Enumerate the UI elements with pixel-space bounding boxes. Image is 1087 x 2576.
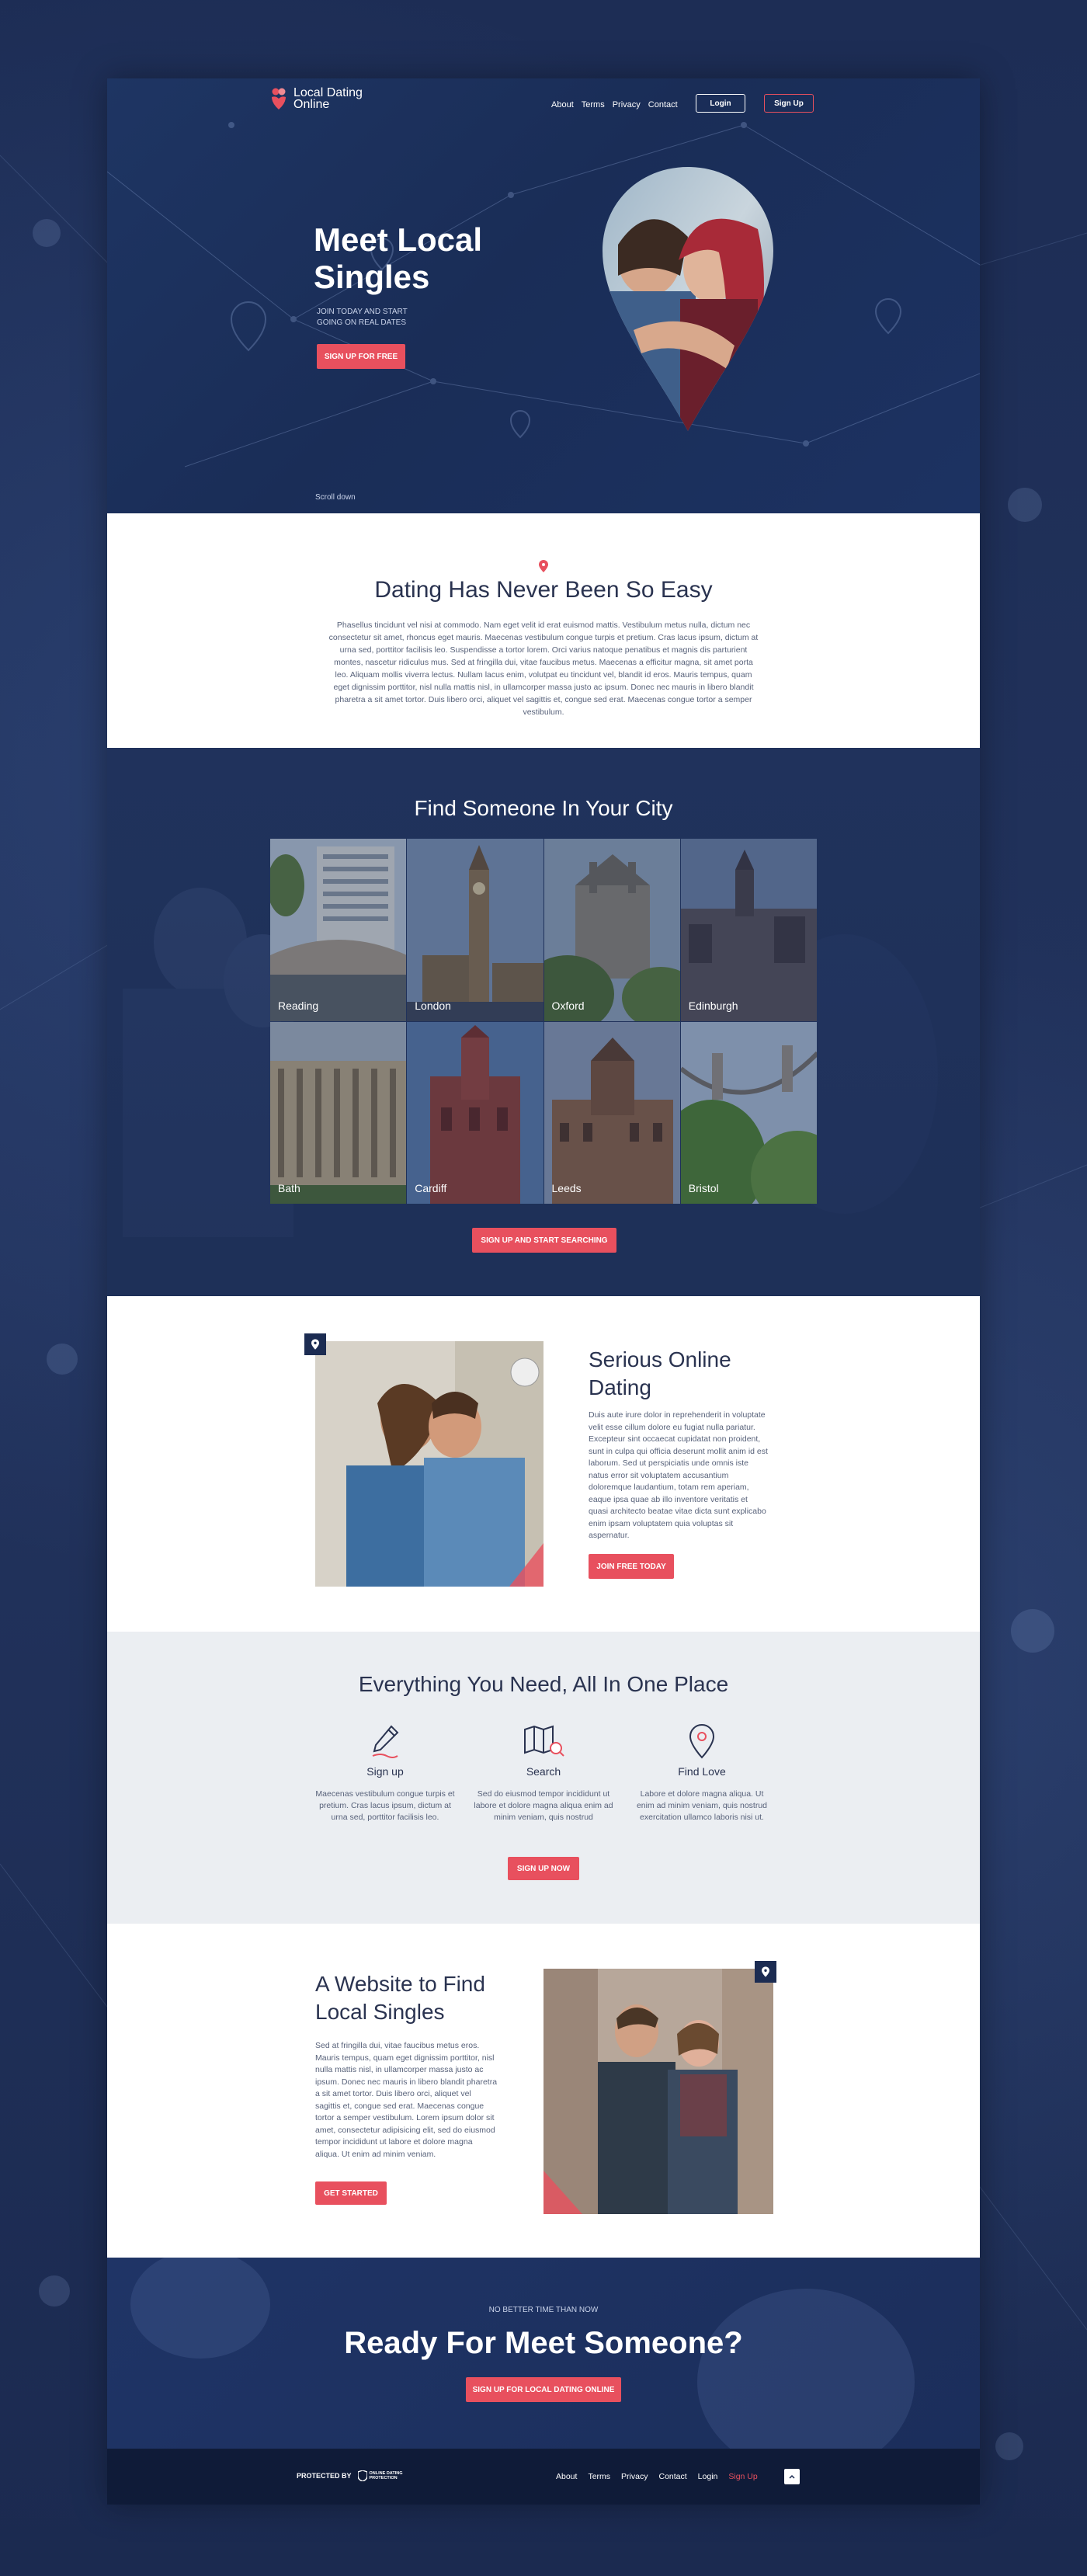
city-tile-leeds[interactable]: Leeds xyxy=(544,1021,680,1204)
hero-subtitle: JOIN TODAY AND START GOING ON REAL DATES xyxy=(317,308,408,327)
city-grid: Reading London Oxford Edinburgh Bath Car… xyxy=(270,839,817,1204)
website-body: Sed at fringilla dui, vitae faucibus met… xyxy=(315,2041,498,2159)
footer-link-terms[interactable]: Terms xyxy=(588,2472,610,2481)
scroll-down-link[interactable]: Scroll down xyxy=(315,493,356,502)
serious-body: Duis aute irure dolor in reprehenderit i… xyxy=(589,1410,768,1540)
city-label: Edinburgh xyxy=(688,999,738,1012)
location-pin-icon xyxy=(539,560,548,572)
website-section: A Website to Find Local Singles Sed at f… xyxy=(107,1924,980,2258)
photo-pin-badge xyxy=(304,1333,326,1355)
chevron-up-icon xyxy=(789,2474,795,2479)
couple-walking-photo xyxy=(544,1969,773,2214)
join-free-button[interactable]: JOIN FREE TODAY xyxy=(589,1554,674,1579)
city-tile-bristol[interactable]: Bristol xyxy=(680,1021,817,1204)
bristol-image xyxy=(680,1021,817,1204)
dating-easy-section: Dating Has Never Been So Easy Phasellus … xyxy=(107,513,980,748)
city-tile-london[interactable]: London xyxy=(407,839,544,1021)
city-tile-edinburgh[interactable]: Edinburgh xyxy=(680,839,817,1021)
protected-label: PROTECTED BY xyxy=(297,2472,352,2480)
logo-text: Local Dating Online xyxy=(293,86,363,111)
footer-link-privacy[interactable]: Privacy xyxy=(621,2472,648,2481)
hero-couple-pin-image xyxy=(603,167,773,431)
logo[interactable]: Local Dating Online xyxy=(270,86,363,111)
location-pin-icon xyxy=(311,1339,319,1350)
scroll-to-top-button[interactable] xyxy=(784,2469,800,2484)
landing-page: Local Dating Online About Terms Privacy … xyxy=(107,78,980,2505)
couple-hug-photo xyxy=(315,1341,544,1587)
feature-title: Search xyxy=(526,1765,561,1778)
city-label: Bristol xyxy=(688,1182,719,1194)
shield-icon xyxy=(357,2470,367,2481)
hero-section: Local Dating Online About Terms Privacy … xyxy=(107,78,980,513)
logo-hearts-icon xyxy=(272,88,286,110)
feature-text: Sed do eiusmod tempor incididunt ut labo… xyxy=(474,1789,613,1822)
footer-links: About Terms Privacy Contact Login Sign U… xyxy=(556,2472,758,2481)
footer-link-signup[interactable]: Sign Up xyxy=(728,2472,757,2481)
city-label: Cardiff xyxy=(415,1182,447,1194)
ready-eyebrow: NO BETTER TIME THAN NOW xyxy=(488,2306,599,2314)
city-title: Find Someone In Your City xyxy=(414,796,673,820)
ready-title: Ready For Meet Someone? xyxy=(344,2326,743,2360)
city-label: Oxford xyxy=(551,999,585,1012)
city-section: Find Someone In Your City Reading London… xyxy=(107,748,980,1296)
nav-link-privacy[interactable]: Privacy xyxy=(613,100,641,110)
login-button[interactable]: Login xyxy=(696,94,745,113)
hero-signup-button[interactable]: SIGN UP FOR FREE xyxy=(317,344,405,369)
signup-button[interactable]: Sign Up xyxy=(764,94,814,113)
city-label: Leeds xyxy=(551,1182,582,1194)
section-title: Dating Has Never Been So Easy xyxy=(374,577,713,603)
location-pin-icon xyxy=(689,1723,715,1759)
website-title: A Website to Find Local Singles xyxy=(315,1972,485,2024)
top-nav: Local Dating Online About Terms Privacy … xyxy=(270,86,814,125)
nav-link-terms[interactable]: Terms xyxy=(582,100,605,110)
city-label: Bath xyxy=(278,1182,300,1194)
footer: PROTECTED BY ONLINE DATING PROTECTION Ab… xyxy=(107,2449,980,2505)
pen-icon xyxy=(372,1725,399,1758)
reading-image xyxy=(270,839,407,1021)
ready-signup-button[interactable]: SIGN UP FOR LOCAL DATING ONLINE xyxy=(466,2377,621,2402)
map-search-icon xyxy=(524,1725,564,1757)
search-signup-button[interactable]: SIGN UP AND START SEARCHING xyxy=(472,1228,616,1253)
serious-dating-section: Serious Online Dating Duis aute irure do… xyxy=(107,1296,980,1632)
features-section: Everything You Need, All In One Place Si… xyxy=(107,1632,980,1924)
footer-link-contact[interactable]: Contact xyxy=(658,2472,686,2481)
serious-title: Serious Online Dating xyxy=(589,1347,731,1399)
hero-network-pattern xyxy=(107,122,980,468)
footer-link-about[interactable]: About xyxy=(556,2472,577,2481)
protection-badge-text: ONLINE DATING PROTECTION xyxy=(369,2471,403,2480)
london-image xyxy=(407,839,544,1021)
nav-link-about[interactable]: About xyxy=(551,100,574,110)
ready-section: NO BETTER TIME THAN NOW Ready For Meet S… xyxy=(107,2258,980,2449)
edinburgh-image xyxy=(680,839,817,1021)
oxford-image xyxy=(544,839,680,1021)
feature-title: Sign up xyxy=(366,1765,404,1778)
section-body: Phasellus tincidunt vel nisi at commodo.… xyxy=(328,621,759,717)
nav-link-contact[interactable]: Contact xyxy=(648,100,678,110)
bath-image xyxy=(270,1021,407,1204)
feature-search: Search Sed do eiusmod tempor incididunt … xyxy=(474,1722,613,1823)
feature-text: Labore et dolore magna aliqua. Ut enim a… xyxy=(636,1789,768,1822)
feature-title: Find Love xyxy=(678,1765,726,1778)
nav-links: About Terms Privacy Contact xyxy=(551,100,678,110)
city-tile-cardiff[interactable]: Cardiff xyxy=(407,1021,544,1204)
footer-link-login[interactable]: Login xyxy=(698,2472,718,2481)
cardiff-image xyxy=(407,1021,544,1204)
city-tile-oxford[interactable]: Oxford xyxy=(544,839,680,1021)
features-title: Everything You Need, All In One Place xyxy=(358,1672,729,1696)
city-label: London xyxy=(415,999,451,1012)
feature-text: Maecenas vestibulum congue turpis et pre… xyxy=(315,1789,455,1822)
feature-signup: Sign up Maecenas vestibulum congue turpi… xyxy=(315,1722,455,1823)
hero-title: Meet Local Singles xyxy=(314,221,483,295)
photo-pin-badge xyxy=(755,1961,776,1983)
leeds-image xyxy=(544,1021,680,1204)
city-tile-reading[interactable]: Reading xyxy=(270,839,407,1021)
city-label: Reading xyxy=(278,999,319,1012)
city-tile-bath[interactable]: Bath xyxy=(270,1021,407,1204)
get-started-button[interactable]: GET STARTED xyxy=(315,2181,387,2205)
protected-by-badge: PROTECTED BY ONLINE DATING PROTECTION xyxy=(297,2470,404,2481)
feature-find-love: Find Love Labore et dolore magna aliqua.… xyxy=(632,1722,772,1823)
signup-now-button[interactable]: SIGN UP NOW xyxy=(508,1857,579,1880)
location-pin-icon xyxy=(762,1966,769,1977)
